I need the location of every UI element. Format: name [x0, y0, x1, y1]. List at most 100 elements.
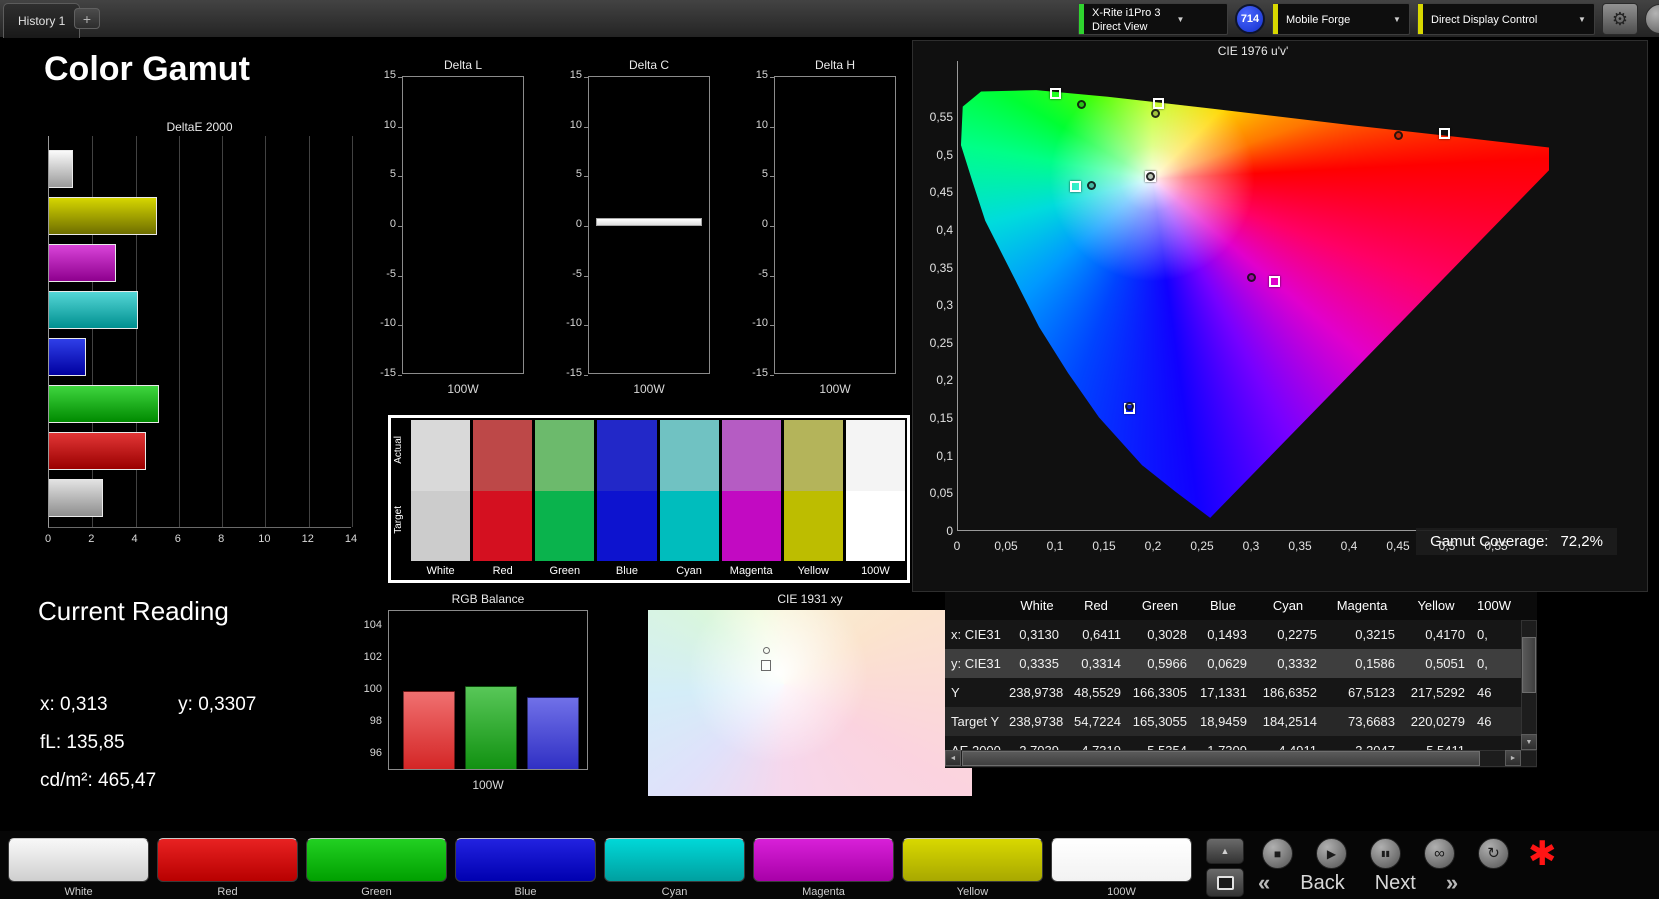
actual-label: Actual: [393, 436, 404, 464]
target-swatch: [845, 490, 905, 561]
next-chevron-icon[interactable]: »: [1446, 870, 1458, 896]
y-tick-label: 0,35: [929, 260, 953, 275]
patch-button-green[interactable]: [306, 838, 447, 882]
meter-count-badge[interactable]: 714: [1235, 4, 1265, 34]
history-tab[interactable]: History 1: [3, 3, 81, 38]
h-scroll-thumb[interactable]: [962, 751, 1480, 766]
add-tab-button[interactable]: +: [74, 8, 100, 29]
patch-button-yellow[interactable]: [902, 838, 1043, 882]
meter-dropdown[interactable]: X-Rite i1Pro 3 Direct View ▼: [1078, 3, 1228, 35]
pause-icon: ▮▮: [1381, 848, 1390, 858]
collapse-icon: ▲: [1220, 846, 1230, 856]
table-cell: 3,3047: [1323, 736, 1401, 750]
patch-button-blue[interactable]: [455, 838, 596, 882]
swatch-column-red: Red: [473, 420, 533, 580]
display-mode-button[interactable]: [1206, 868, 1244, 897]
alert-asterisk-icon[interactable]: ✱: [1528, 834, 1557, 874]
chevron-down-icon[interactable]: ▼: [1570, 4, 1594, 34]
table-row[interactable]: y: CIE31 0,3335 0,3314 0,5966 0,0629 0,3332 0,…: [945, 649, 1521, 678]
y-tick-label: 0,1: [936, 448, 953, 463]
y-tick-label: 0: [761, 218, 768, 230]
column-header-magenta: Magenta: [1336, 598, 1388, 613]
patch-button-magenta[interactable]: [753, 838, 894, 882]
current-reading-panel: Current Reading x: 0,313 y: 0,3307 fL: 1…: [38, 596, 338, 791]
settings-button[interactable]: ⚙: [1602, 3, 1638, 35]
loop-button[interactable]: ∞: [1424, 838, 1455, 869]
reading-xy: x: 0,313 y: 0,3307: [40, 694, 256, 716]
chevron-down-icon[interactable]: ▼: [1168, 4, 1192, 34]
table-row[interactable]: x: CIE31 0,3130 0,6411 0,3028 0,1493 0,2275 0,…: [945, 620, 1521, 649]
swatch-column-magenta: Magenta: [721, 420, 781, 580]
tick-mark: [770, 275, 774, 277]
scroll-left-button[interactable]: ◄: [945, 750, 961, 766]
v-scroll-thumb[interactable]: [1522, 637, 1536, 693]
patch-button-white[interactable]: [8, 838, 149, 882]
tick-mark: [584, 375, 588, 376]
chart-title: CIE 1931 xy: [777, 592, 843, 606]
target-swatch: [597, 490, 657, 561]
table-cell: 0,2275: [1277, 627, 1317, 642]
table-row[interactable]: Target Y 238,9738 54,7224 165,3055 18,9459 18…: [945, 707, 1521, 736]
y-tick-label: 15: [383, 69, 396, 81]
swatch-label: 100W: [845, 561, 905, 580]
patch-label: Cyan: [661, 886, 688, 898]
display-control-dropdown[interactable]: Direct Display Control ▼: [1417, 3, 1595, 35]
overflow-button[interactable]: [1645, 4, 1659, 34]
x-tick-label: 4: [131, 533, 138, 545]
topbar-right-cluster: X-Rite i1Pro 3 Direct View ▼ 714 Mobile …: [1078, 0, 1659, 38]
x-tick-label: 0,55: [1484, 539, 1508, 553]
page-title: Color Gamut: [44, 50, 250, 88]
table-cell: 0,5966: [1147, 656, 1187, 671]
deltae-x-axis: 0 2 4 6 8 10 12 14: [45, 533, 357, 549]
y-tick-label: -5: [758, 267, 768, 280]
collapse-button[interactable]: ▲: [1206, 838, 1244, 864]
next-button[interactable]: Next: [1375, 872, 1416, 895]
pause-button[interactable]: ▮▮: [1370, 838, 1401, 869]
table-cell: 46: [1477, 714, 1492, 729]
pattern-source-dropdown[interactable]: Mobile Forge ▼: [1272, 3, 1410, 35]
table-cell: 0,: [1477, 627, 1488, 642]
chevron-down-icon[interactable]: ▼: [1385, 4, 1409, 34]
stop-button[interactable]: ■: [1262, 838, 1293, 869]
deltae-bar-magenta: [49, 244, 116, 282]
tick-mark: [770, 375, 774, 376]
spectral-locus-horseshoe: [960, 90, 1549, 518]
tick-mark: [398, 375, 402, 376]
actual-swatch: [535, 420, 595, 491]
history-tab-label: History 1: [18, 14, 66, 28]
back-chevron-icon[interactable]: «: [1258, 870, 1270, 896]
gridline: [352, 136, 353, 527]
y-tick-label: 98: [369, 715, 382, 727]
meter-count-value: 714: [1240, 13, 1260, 25]
table-row[interactable]: ΔE 20002,70394,73195,53541,73094,49113,3…: [945, 736, 1521, 750]
back-button[interactable]: Back: [1300, 872, 1344, 895]
gridline: [308, 136, 310, 527]
patch-button-cyan[interactable]: [604, 838, 745, 882]
swatch-label: Red: [473, 561, 533, 580]
patch-button-100w[interactable]: [1051, 838, 1192, 882]
plus-icon: +: [82, 10, 92, 27]
delta-chart-delta-c: Delta C 15 10 5 0 -5 -10 -15 100W: [548, 58, 718, 410]
refresh-button[interactable]: ↻: [1478, 838, 1509, 869]
y-tick-label: 10: [569, 118, 582, 131]
table-cell: 217,5292: [1410, 685, 1465, 700]
swatch-columns: White Red Green Blue Cyan Magenta Yellow 100W: [411, 418, 907, 580]
play-icon: ▶: [1326, 846, 1337, 861]
table-cell: 18,9459: [1200, 714, 1247, 729]
patch-button-red[interactable]: [157, 838, 298, 882]
scroll-right-button[interactable]: ►: [1505, 750, 1521, 766]
patch-label: Magenta: [802, 886, 845, 898]
table-cell: 67,5123: [1348, 685, 1395, 700]
chart-title: RGB Balance: [451, 592, 525, 606]
scroll-down-button[interactable]: ▼: [1521, 734, 1537, 750]
deltae-bar-red: [49, 432, 146, 470]
play-button[interactable]: ▶: [1316, 838, 1347, 869]
y-tick-label: 5: [761, 168, 768, 181]
x-tick-label: 8: [218, 533, 225, 545]
table-row[interactable]: Y 238,9738 48,5529 166,3305 17,1331 186,6352 6…: [945, 678, 1521, 707]
y-tick-label: 0,4: [936, 222, 953, 237]
row-label: ΔE 2000: [945, 736, 1009, 750]
x-tick-label: 0,5: [1438, 539, 1456, 553]
table-cell: 166,3305: [1132, 685, 1187, 700]
column-header-blue: Blue: [1209, 598, 1237, 613]
